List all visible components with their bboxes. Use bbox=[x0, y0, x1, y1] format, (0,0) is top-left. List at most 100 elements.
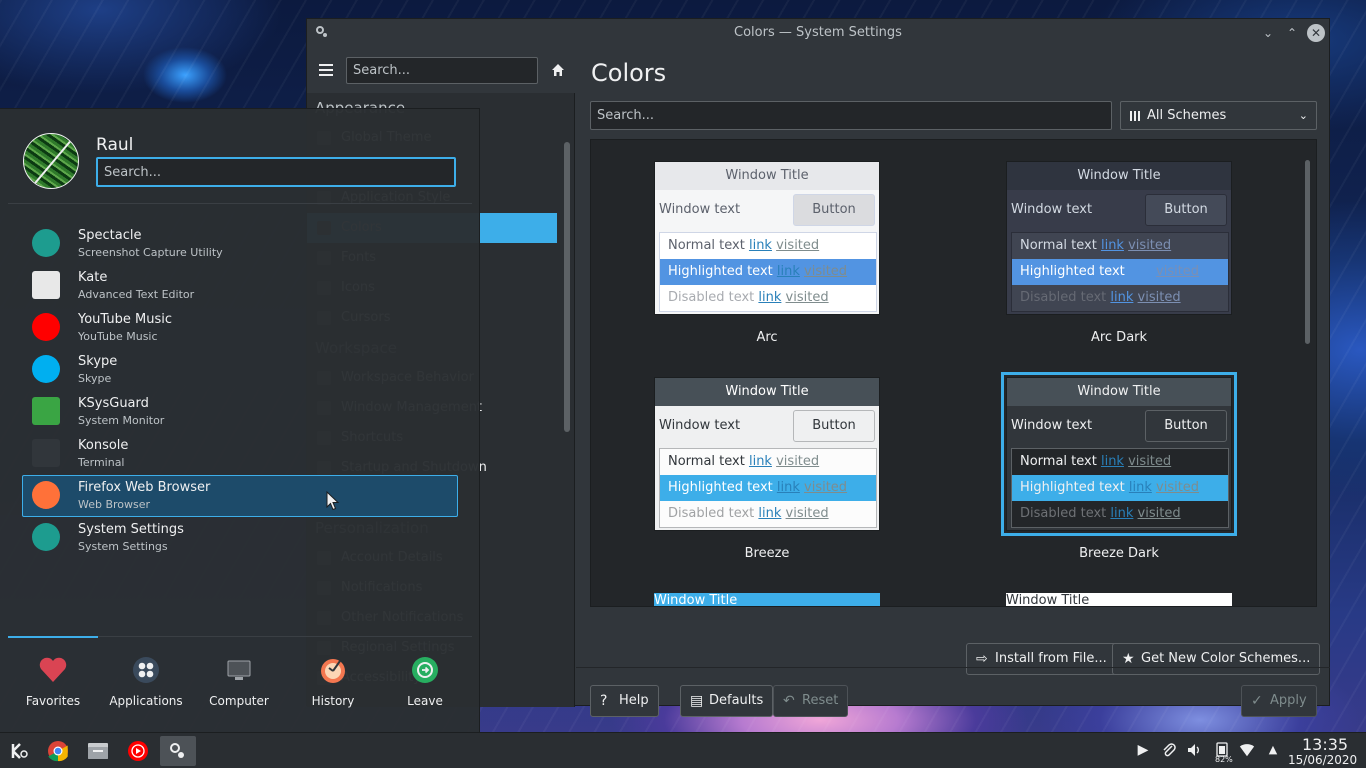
computer-icon bbox=[224, 655, 254, 685]
chevron-down-icon: ⌄ bbox=[1298, 109, 1308, 122]
app-skype[interactable]: Skype Skype bbox=[22, 349, 458, 391]
app-kate[interactable]: Kate Advanced Text Editor bbox=[22, 265, 458, 307]
app-name: Firefox Web Browser bbox=[78, 480, 211, 495]
filter-icon bbox=[1130, 111, 1142, 121]
app-ksysguard[interactable]: KSysGuard System Monitor bbox=[22, 391, 458, 433]
preview-window-text: Window text bbox=[659, 202, 741, 217]
import-icon: ⇨ bbox=[976, 651, 988, 667]
preview-window-row: Window text Button bbox=[655, 190, 879, 230]
system-settings-task[interactable] bbox=[160, 736, 196, 766]
tab-computer[interactable]: Computer bbox=[194, 637, 284, 727]
app-name: Spectacle bbox=[78, 228, 142, 243]
window-titlebar[interactable]: Colors — System Settings ⌄ ⌃ ✕ bbox=[307, 19, 1329, 47]
preview-link: link bbox=[776, 264, 800, 279]
file-manager-task[interactable] bbox=[80, 736, 116, 766]
preview-text: Highlighted text bbox=[1020, 480, 1125, 495]
install-from-file-button[interactable]: ⇨ Install from File... bbox=[966, 643, 1117, 675]
help-icon: ? bbox=[600, 693, 608, 709]
scheme-filter-dropdown[interactable]: All Schemes ⌄ bbox=[1120, 101, 1317, 130]
scheme-name: Breeze Dark bbox=[1079, 546, 1159, 561]
preview-highlighted-line: Highlighted text link visited bbox=[660, 475, 876, 501]
minimize-button[interactable]: ⌄ bbox=[1259, 24, 1277, 42]
preview-visited: visited bbox=[1137, 290, 1181, 305]
preview-view-box: Normal text link visited Highlighted text… bbox=[659, 448, 877, 528]
hamburger-menu-icon[interactable] bbox=[319, 64, 333, 76]
preview-window-text: Window text bbox=[659, 418, 741, 433]
tray-expand-icon[interactable]: ▲ bbox=[1265, 742, 1281, 758]
preview-normal-line: Normal text link visited bbox=[1012, 233, 1228, 259]
wifi-icon[interactable] bbox=[1239, 742, 1255, 758]
app-system-settings[interactable]: System Settings System Settings bbox=[22, 517, 458, 559]
firefox-icon bbox=[32, 481, 60, 509]
preview-link: link bbox=[1100, 238, 1124, 253]
chrome-task[interactable] bbox=[40, 736, 76, 766]
settings-gear-icon bbox=[170, 743, 184, 758]
preview-highlighted-line: Highlighted text link visited bbox=[660, 259, 876, 285]
scheme-card[interactable]: Window Title Window text Button Normal text… bbox=[1006, 161, 1232, 345]
app-konsole[interactable]: Konsole Terminal bbox=[22, 433, 458, 475]
scheme-search-input[interactable] bbox=[590, 101, 1112, 130]
tab-label: Computer bbox=[209, 694, 269, 708]
reset-button[interactable]: ↶ Reset bbox=[773, 685, 849, 717]
scheme-card[interactable]: Window Title Window text Button Normal text… bbox=[1001, 372, 1237, 561]
settings-gear-icon bbox=[316, 26, 327, 37]
preview-view-box: Normal text link visited Highlighted text… bbox=[659, 232, 877, 312]
preview-link: link bbox=[1100, 454, 1124, 469]
home-icon[interactable] bbox=[551, 63, 565, 77]
mouse-cursor-icon bbox=[326, 491, 340, 511]
scheme-filter-value: All Schemes bbox=[1147, 108, 1227, 123]
defaults-button[interactable]: ▤ Defaults bbox=[680, 685, 774, 717]
tab-history[interactable]: History bbox=[288, 637, 378, 727]
grid-scrollbar[interactable] bbox=[1305, 160, 1310, 344]
chrome-icon bbox=[48, 741, 68, 762]
star-icon: ★ bbox=[1122, 651, 1135, 667]
preview-link: link bbox=[748, 454, 772, 469]
app-spectacle[interactable]: Spectacle Screenshot Capture Utility bbox=[22, 223, 458, 265]
help-button[interactable]: ? Help bbox=[590, 685, 659, 717]
paperclip-icon[interactable] bbox=[1161, 742, 1177, 758]
app-firefox-web-browser[interactable]: Firefox Web Browser Web Browser bbox=[22, 475, 458, 517]
scheme-card[interactable]: Window Title Window text Button Normal text… bbox=[654, 377, 880, 561]
preview-highlighted-line: Highlighted text link visited bbox=[1012, 475, 1228, 501]
user-avatar[interactable] bbox=[23, 133, 79, 189]
battery-percentage: 82% bbox=[1215, 755, 1233, 764]
youtube-music-task[interactable] bbox=[120, 736, 156, 766]
sidebar-search-input[interactable] bbox=[346, 57, 538, 84]
scheme-card-partial[interactable]: Window Title bbox=[654, 593, 880, 606]
volume-icon[interactable] bbox=[1186, 742, 1202, 758]
preview-disabled-line: Disabled text link visited bbox=[660, 501, 876, 527]
tab-label: Applications bbox=[109, 694, 183, 708]
tab-applications[interactable]: Applications bbox=[101, 637, 191, 727]
media-player-icon[interactable]: ▶ bbox=[1135, 742, 1151, 758]
scheme-card-partial[interactable]: Window Title bbox=[1006, 593, 1232, 606]
get-new-schemes-button[interactable]: ★ Get New Color Schemes... bbox=[1112, 643, 1321, 675]
checkmark-icon: ✓ bbox=[1251, 693, 1263, 709]
close-button[interactable]: ✕ bbox=[1307, 24, 1325, 42]
scheme-preview: Window Title Window text Button Normal text… bbox=[1001, 372, 1237, 536]
install-from-file-label: Install from File... bbox=[995, 651, 1107, 666]
app-youtube-music[interactable]: YouTube Music YouTube Music bbox=[22, 307, 458, 349]
spectacle-icon bbox=[32, 229, 60, 257]
preview-visited: visited bbox=[804, 480, 848, 495]
scheme-preview: Window Title Window text Button Normal text… bbox=[1006, 161, 1232, 315]
preview-normal-line: Normal text link visited bbox=[660, 449, 876, 475]
clock-time[interactable]: 13:35 bbox=[1302, 735, 1348, 754]
preview-view-box: Normal text link visited Highlighted text… bbox=[1011, 232, 1229, 312]
preview-text: Normal text bbox=[668, 238, 745, 253]
app-description: System Monitor bbox=[78, 414, 165, 427]
clock-date[interactable]: 15/06/2020 bbox=[1288, 753, 1357, 767]
kde-menu-button[interactable] bbox=[2, 736, 38, 766]
apply-button[interactable]: ✓ Apply bbox=[1241, 685, 1317, 717]
help-label: Help bbox=[619, 693, 649, 708]
window-title: Colors — System Settings bbox=[734, 25, 902, 40]
sidebar-scrollbar[interactable] bbox=[564, 142, 570, 432]
preview-link: link bbox=[1128, 480, 1152, 495]
maximize-button[interactable]: ⌃ bbox=[1283, 24, 1301, 42]
launcher-search-input[interactable] bbox=[96, 157, 456, 187]
preview-window-title: Window Title bbox=[1007, 378, 1231, 406]
preview-disabled-line: Disabled text link visited bbox=[660, 285, 876, 311]
scheme-card[interactable]: Window Title Window text Button Normal text… bbox=[654, 161, 880, 345]
tab-favorites[interactable]: Favorites bbox=[8, 636, 98, 727]
tab-leave[interactable]: Leave bbox=[380, 637, 470, 727]
apply-label: Apply bbox=[1270, 693, 1307, 708]
